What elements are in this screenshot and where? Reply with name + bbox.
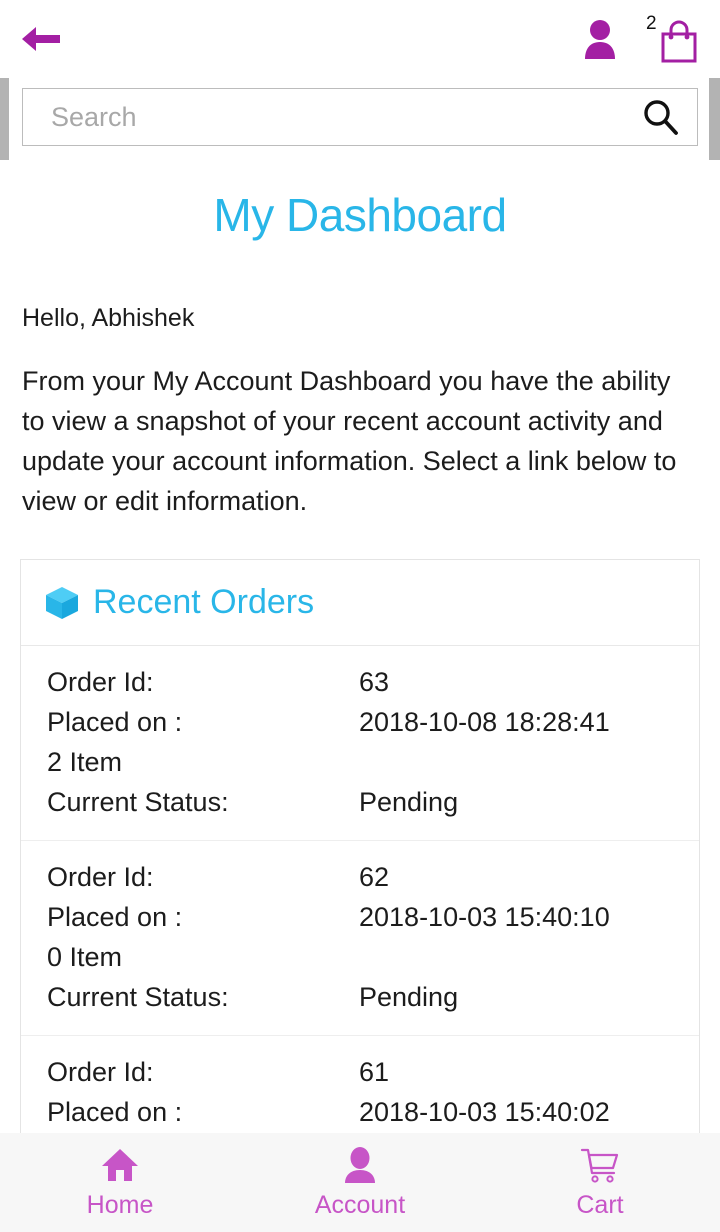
order-placed-value: 2018-10-08 18:28:41: [359, 707, 610, 737]
nav-item-account[interactable]: Account: [240, 1133, 480, 1232]
search-submit-button[interactable]: [623, 89, 697, 145]
nav-label-home: Home: [86, 1191, 154, 1219]
cart-count-badge: 2: [646, 13, 657, 34]
order-status-line: Current Status: Pending: [47, 782, 699, 822]
greeting-text: Hello, Abhishek: [22, 304, 195, 332]
shopping-cart-icon: [579, 1145, 621, 1185]
order-id-value: 62: [359, 862, 390, 892]
search-icon: [644, 100, 678, 135]
order-row[interactable]: Order Id: 62 Placed on : 2018-10-03 15:4…: [21, 841, 699, 1036]
app-root: 2 My Dashboard Hello, Abhishek Fr: [0, 0, 720, 1232]
nav-label-account: Account: [314, 1191, 406, 1219]
order-id-line: Order Id: 61: [47, 1052, 699, 1092]
right-edge-scroll-indicator: [709, 78, 720, 160]
arrow-left-icon: [22, 27, 60, 51]
recent-orders-card: Recent Orders Order Id: 63 Placed on : 2…: [20, 559, 700, 1133]
order-placed-label: Placed on :: [47, 902, 183, 932]
bottom-navigation-bar: Home Account Cart: [0, 1133, 720, 1232]
page-title: My Dashboard: [213, 189, 507, 241]
order-placed-value: 2018-10-03 15:40:02: [359, 1097, 610, 1127]
search-input[interactable]: [23, 101, 623, 133]
order-id-value: 61: [359, 1057, 390, 1087]
order-row[interactable]: Order Id: 63 Placed on : 2018-10-08 18:2…: [21, 646, 699, 841]
order-placed-label: Placed on :: [47, 707, 183, 737]
order-items-value: 2 Item: [47, 747, 123, 777]
order-id-label: Order Id:: [47, 862, 154, 892]
intro-paragraph: From your My Account Dashboard you have …: [22, 366, 677, 516]
order-status-label: Current Status:: [47, 982, 229, 1012]
recent-orders-title: Recent Orders: [93, 583, 315, 621]
order-id-value: 63: [359, 667, 390, 697]
order-row[interactable]: Order Id: 61 Placed on : 2018-10-03 15:4…: [21, 1036, 699, 1133]
box-cube-icon: [46, 586, 78, 619]
order-id-label: Order Id:: [47, 667, 154, 697]
order-id-label: Order Id:: [47, 1057, 154, 1087]
left-edge-scroll-indicator: [0, 78, 9, 160]
order-status-line: Current Status: Pending: [47, 977, 699, 1017]
order-placed-line: Placed on : 2018-10-03 15:40:10: [47, 897, 699, 937]
recent-orders-header: Recent Orders: [21, 560, 699, 646]
nav-label-cart: Cart: [576, 1191, 624, 1219]
person-icon: [341, 1145, 379, 1185]
search-box[interactable]: [22, 88, 698, 146]
order-placed-value: 2018-10-03 15:40:10: [359, 902, 610, 932]
order-placed-label: Placed on :: [47, 1097, 183, 1127]
order-status-value: Pending: [359, 982, 459, 1012]
top-header-bar: 2: [0, 0, 720, 78]
header-actions: 2: [580, 14, 702, 64]
home-icon: [100, 1145, 140, 1185]
order-id-line: Order Id: 63: [47, 662, 699, 702]
order-status-label: Current Status:: [47, 787, 229, 817]
page-content: My Dashboard Hello, Abhishek From your M…: [0, 160, 720, 1133]
order-items-value: 0 Item: [47, 942, 123, 972]
person-icon: [585, 20, 615, 59]
order-placed-line: Placed on : 2018-10-03 15:40:02: [47, 1092, 699, 1132]
nav-item-cart[interactable]: Cart: [480, 1133, 720, 1232]
back-button[interactable]: [16, 21, 64, 57]
order-items-line: 0 Item: [47, 937, 699, 977]
order-items-line: 2 Item: [47, 742, 699, 782]
order-status-value: Pending: [359, 787, 459, 817]
order-id-line: Order Id: 62: [47, 857, 699, 897]
cart-button[interactable]: 2: [646, 14, 702, 64]
account-button[interactable]: [580, 16, 620, 62]
nav-item-home[interactable]: Home: [0, 1133, 240, 1232]
shopping-bag-icon: [661, 20, 697, 63]
order-placed-line: Placed on : 2018-10-08 18:28:41: [47, 702, 699, 742]
